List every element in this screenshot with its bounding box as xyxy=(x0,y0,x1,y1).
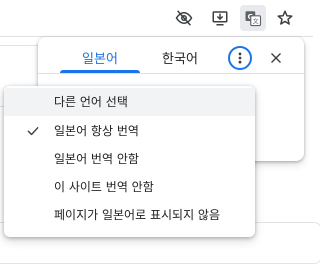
menu-item-always-translate[interactable]: 일본어 항상 번역 xyxy=(4,117,255,145)
menu-item-label: 다른 언어 선택 xyxy=(54,95,128,109)
menu-item-label: 일본어 항상 번역 xyxy=(54,124,139,138)
tab-korean[interactable]: 한국어 xyxy=(140,50,220,70)
close-icon xyxy=(271,53,281,63)
menu-item-choose-another-language[interactable]: 다른 언어 선택 xyxy=(4,88,255,116)
menu-item-label: 페이지가 일본어로 표시되지 않음 xyxy=(54,208,221,222)
tab-divider xyxy=(38,73,304,74)
close-button[interactable] xyxy=(266,48,286,68)
eye-off-icon[interactable] xyxy=(171,5,197,31)
menu-item-label: 이 사이트 번역 안함 xyxy=(54,180,154,194)
more-vert-icon xyxy=(238,52,242,64)
menu-item-page-not-in-language[interactable]: 페이지가 일본어로 표시되지 않음 xyxy=(4,201,255,229)
browser-toolbar: G 文 xyxy=(0,0,313,37)
bookmark-star-icon[interactable] xyxy=(272,5,298,31)
menu-item-label: 일본어 번역 안함 xyxy=(54,152,139,166)
tab-japanese[interactable]: 일본어 xyxy=(60,50,140,70)
translate-options-menu: 다른 언어 선택 일본어 항상 번역 일본어 번역 안함 이 사이트 번역 안함… xyxy=(4,86,255,237)
svg-text:文: 文 xyxy=(253,18,259,26)
check-icon xyxy=(27,127,39,136)
install-app-icon[interactable] xyxy=(207,5,233,31)
menu-item-never-translate-language[interactable]: 일본어 번역 안함 xyxy=(4,145,255,173)
more-options-button[interactable] xyxy=(228,46,252,70)
menu-item-never-translate-site[interactable]: 이 사이트 번역 안함 xyxy=(4,173,255,201)
translate-icon[interactable]: G 文 xyxy=(240,5,266,31)
